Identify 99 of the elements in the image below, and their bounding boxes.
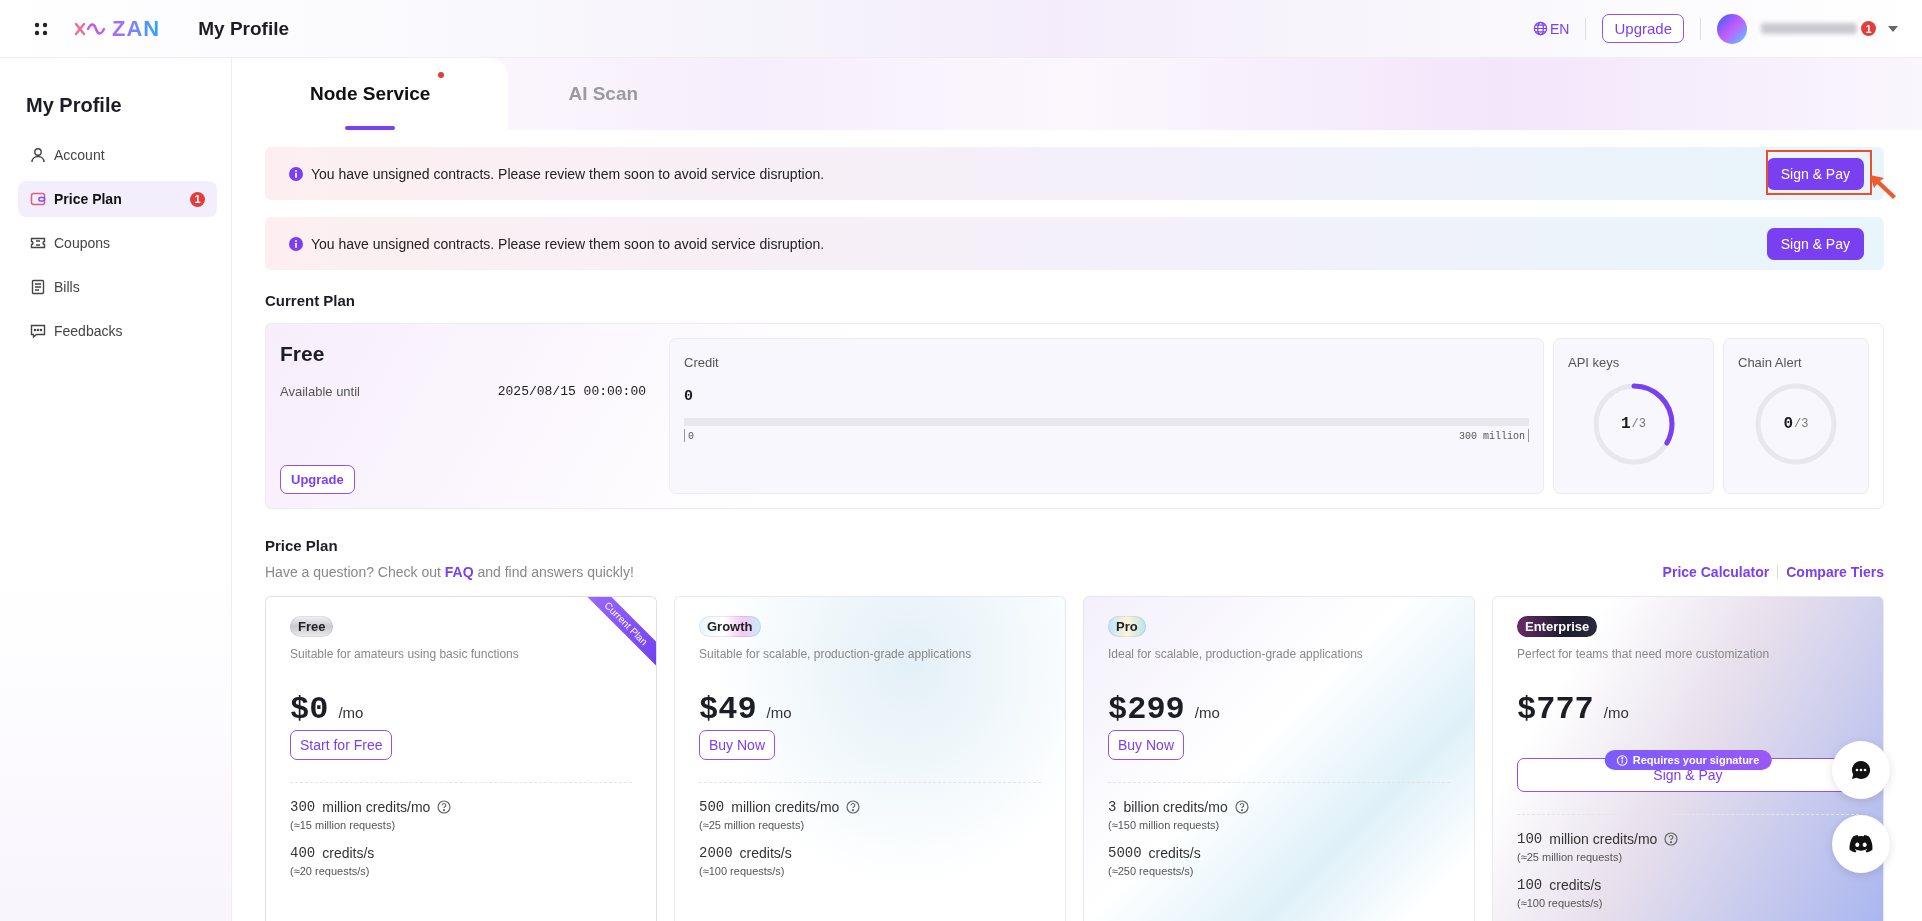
avatar[interactable] bbox=[1717, 13, 1747, 44]
alert-message: You have unsigned contracts. Please review them soon to avoid service disruption. bbox=[311, 165, 826, 182]
feature-amount: 300 bbox=[290, 799, 316, 815]
feature-amount: 400 bbox=[290, 845, 316, 861]
feature-note: (≈25 million requests) bbox=[1517, 851, 1624, 863]
sidebar-item[interactable]: Bills bbox=[18, 269, 217, 305]
credit-value: 0 bbox=[684, 388, 694, 405]
signature-tooltip: Requires your signature bbox=[1604, 750, 1772, 770]
feature-unit: billion credits/mo bbox=[1123, 799, 1228, 815]
plan-description: Ideal for scalable, production-grade applications bbox=[1108, 647, 1364, 661]
feature-unit: million credits/mo bbox=[1549, 831, 1658, 847]
help-icon[interactable] bbox=[846, 800, 861, 814]
plan-description: Perfect for teams that need more customization bbox=[1517, 647, 1771, 661]
feature-unit: credits/s bbox=[1549, 877, 1602, 893]
feature-unit: credits/s bbox=[1148, 845, 1201, 861]
help-icon[interactable] bbox=[1664, 832, 1679, 846]
plan-tag: Enterprise bbox=[1517, 616, 1598, 637]
sidebar-item[interactable]: Account bbox=[18, 137, 217, 173]
document-icon bbox=[30, 279, 46, 295]
total-count: /3 bbox=[1631, 417, 1646, 431]
used-count: 1 bbox=[1621, 415, 1631, 433]
sign-pay-button[interactable]: Sign & Pay bbox=[1766, 227, 1864, 260]
feature-unit: million credits/mo bbox=[322, 799, 431, 815]
logo-icon bbox=[74, 21, 108, 36]
plan-description: Suitable for scalable, production-grade applications bbox=[699, 647, 973, 661]
feature-note: (≈150 million requests) bbox=[1108, 819, 1221, 831]
chat-icon bbox=[1850, 759, 1872, 781]
panel-label: API keys bbox=[1568, 355, 1620, 370]
sidebar-item[interactable]: Feedbacks bbox=[18, 313, 217, 349]
info-icon bbox=[1616, 754, 1628, 766]
price-period: /mo bbox=[766, 704, 792, 721]
wallet-icon bbox=[30, 191, 46, 207]
ticket-icon bbox=[30, 235, 46, 251]
header-link[interactable]: Price Calculator bbox=[1662, 564, 1770, 580]
section-heading: Price Plan bbox=[265, 537, 339, 554]
sign-pay-button[interactable]: Sign & Pay bbox=[1766, 157, 1864, 190]
feature-note: (≈100 requests/s) bbox=[1517, 897, 1604, 909]
plan-action-button[interactable]: Buy Now bbox=[699, 730, 776, 760]
chat-icon bbox=[30, 323, 46, 339]
upgrade-button[interactable]: Upgrade bbox=[1602, 14, 1684, 43]
available-label: Available until bbox=[280, 384, 360, 399]
scale-min-label: 0 bbox=[688, 431, 694, 442]
price-period: /mo bbox=[338, 704, 364, 721]
used-count: 0 bbox=[1783, 415, 1794, 433]
count-badge: 1 bbox=[190, 191, 205, 207]
info-icon bbox=[289, 236, 303, 251]
plan-tag: Pro bbox=[1108, 616, 1146, 637]
sidebar-title: My Profile bbox=[26, 94, 123, 117]
feature-unit: credits/s bbox=[739, 845, 792, 861]
total-count: /3 bbox=[1794, 417, 1809, 431]
plan-price: $777 bbox=[1517, 691, 1594, 728]
feature-unit: million credits/mo bbox=[731, 799, 840, 815]
plan-tag: Growth bbox=[699, 616, 761, 637]
plan-action-button[interactable]: Start for Free bbox=[290, 730, 393, 760]
feature-unit: credits/s bbox=[322, 845, 375, 861]
help-icon[interactable] bbox=[1234, 800, 1249, 814]
section-heading: Current Plan bbox=[265, 292, 356, 309]
upgrade-button[interactable]: Upgrade bbox=[280, 465, 355, 494]
feature-note: (≈100 requests/s) bbox=[699, 865, 786, 877]
page-title: My Profile bbox=[198, 17, 290, 40]
notification-badge: 1 bbox=[1861, 21, 1876, 36]
sidebar-item[interactable]: Coupons bbox=[18, 225, 217, 261]
pointer-arrow-icon bbox=[1868, 173, 1898, 201]
alert-message: You have unsigned contracts. Please review them soon to avoid service disruption. bbox=[311, 235, 826, 252]
info-icon bbox=[289, 166, 303, 181]
caret-icon[interactable] bbox=[1888, 25, 1898, 32]
plan-price: $49 bbox=[699, 691, 757, 728]
person-icon bbox=[30, 147, 46, 163]
sidebar-item[interactable]: Price Plan 1 bbox=[18, 181, 217, 217]
plan-tag: Free bbox=[290, 616, 334, 637]
header-link[interactable]: Compare Tiers bbox=[1786, 564, 1884, 580]
feature-amount: 5000 bbox=[1108, 845, 1142, 861]
feature-note: (≈25 million requests) bbox=[699, 819, 806, 831]
language-selector[interactable]: EN bbox=[1533, 20, 1570, 37]
feature-amount: 100 bbox=[1517, 831, 1543, 847]
feature-amount: 100 bbox=[1517, 877, 1543, 893]
price-period: /mo bbox=[1194, 704, 1220, 721]
help-icon[interactable] bbox=[437, 800, 452, 814]
feature-amount: 2000 bbox=[699, 845, 733, 861]
plan-action-button[interactable]: Buy Now bbox=[1108, 730, 1185, 760]
faq-link[interactable]: FAQ bbox=[444, 564, 474, 580]
plan-description: Suitable for amateurs using basic functions bbox=[290, 647, 520, 661]
apps-grid-icon[interactable] bbox=[34, 21, 48, 36]
feature-note: (≈250 requests/s) bbox=[1108, 865, 1195, 877]
discord-icon bbox=[1849, 835, 1873, 853]
scale-max-label: 300 million bbox=[1459, 431, 1525, 442]
expiry-date: 2025/08/15 00:00:00 bbox=[497, 384, 646, 399]
feature-note: (≈15 million requests) bbox=[290, 819, 397, 831]
plan-price: $0 bbox=[290, 691, 329, 728]
feature-amount: 500 bbox=[699, 799, 725, 815]
feature-note: (≈20 requests/s) bbox=[290, 865, 371, 877]
help-text: Have a question? Check out FAQ and find answers quickly! bbox=[265, 564, 634, 580]
plan-name: Free bbox=[280, 342, 326, 366]
panel-label: Chain Alert bbox=[1738, 355, 1802, 370]
price-period: /mo bbox=[1603, 704, 1629, 721]
globe-icon bbox=[1533, 21, 1548, 36]
panel-label: Credit bbox=[684, 355, 720, 370]
plan-price: $299 bbox=[1108, 691, 1185, 728]
feature-amount: 3 bbox=[1108, 799, 1117, 815]
